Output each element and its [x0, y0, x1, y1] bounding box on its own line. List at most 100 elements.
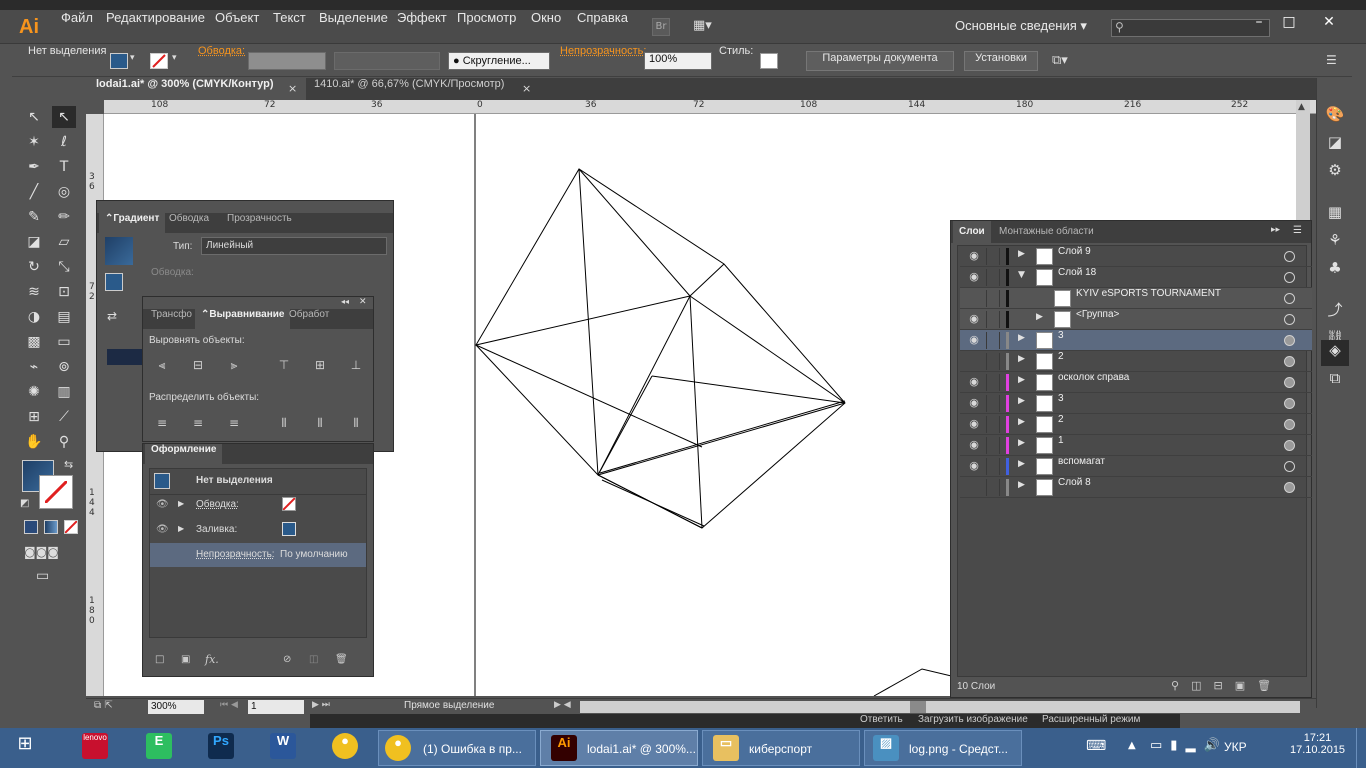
- lasso-icon[interactable]: ℓ: [52, 131, 76, 153]
- minimize-button[interactable]: –: [1245, 12, 1273, 32]
- draw-mode-icon[interactable]: ◙◙◙: [24, 545, 59, 559]
- target-circle[interactable]: [1284, 482, 1295, 493]
- lock-toggle[interactable]: [986, 311, 1000, 328]
- tab-align[interactable]: ⌃Выравнивание: [195, 309, 291, 329]
- bridge-button[interactable]: Br: [652, 18, 670, 36]
- gradient-type-dropdown[interactable]: Линейный: [201, 237, 387, 255]
- stroke-label[interactable]: Обводка:: [198, 45, 245, 57]
- add-stroke-icon[interactable]: □: [155, 654, 164, 665]
- lock-toggle[interactable]: [986, 395, 1000, 412]
- target-circle[interactable]: [1284, 335, 1295, 346]
- photoshop-icon[interactable]: Ps: [208, 733, 234, 759]
- artboard-tool-icon[interactable]: ⊞: [22, 406, 46, 428]
- tab-layers[interactable]: Слои: [953, 221, 991, 243]
- hand-tool-icon[interactable]: ✋: [22, 431, 46, 453]
- target-circle[interactable]: [1284, 398, 1295, 409]
- eraser-tool-icon[interactable]: ▱: [52, 231, 76, 253]
- show-desktop-button[interactable]: [1356, 728, 1366, 768]
- gradient-slider[interactable]: [107, 349, 147, 365]
- menu-text[interactable]: Текст: [265, 10, 314, 44]
- language-indicator[interactable]: УКР: [1224, 740, 1247, 754]
- stroke-swatch[interactable]: [150, 53, 168, 69]
- free-transform-icon[interactable]: ⊡: [52, 281, 76, 303]
- gradient-preview[interactable]: [105, 237, 133, 265]
- pencil-tool-icon[interactable]: ✏: [52, 206, 76, 228]
- chevron-down-icon[interactable]: ▾: [172, 53, 177, 63]
- layer-name[interactable]: Слой 8: [1058, 477, 1091, 488]
- eye-icon[interactable]: ◉: [966, 249, 982, 263]
- menu-select[interactable]: Выделение: [311, 10, 396, 44]
- eye-icon[interactable]: ◉: [966, 312, 982, 326]
- layer-name[interactable]: KYIV eSPORTS TOURNAMENT: [1076, 288, 1221, 299]
- layer-row[interactable]: ◉ ▶ 3: [960, 330, 1312, 351]
- brushes-icon[interactable]: ⚘: [1325, 230, 1345, 250]
- layer-row[interactable]: ◉ ▶ 2: [960, 414, 1312, 435]
- expand-arrow-icon[interactable]: ▶: [1018, 480, 1030, 494]
- layer-row[interactable]: ◉ ▶ <Группа>: [960, 309, 1312, 330]
- tab-artboards[interactable]: Монтажные области: [993, 221, 1100, 243]
- expand-arrow-icon[interactable]: ▶: [178, 524, 184, 533]
- clock[interactable]: 17:21 17.10.2015: [1290, 732, 1345, 756]
- eye-icon[interactable]: [966, 354, 982, 368]
- lock-toggle[interactable]: [986, 290, 1000, 307]
- document-setup-button[interactable]: Параметры документа: [806, 51, 954, 71]
- new-layer-icon[interactable]: ▣: [1235, 679, 1257, 692]
- close-button[interactable]: ✕: [1315, 12, 1343, 32]
- lock-toggle[interactable]: [986, 353, 1000, 370]
- pen-tool-icon[interactable]: ✒: [22, 156, 46, 178]
- screen-mode-icon[interactable]: ▭: [36, 568, 49, 584]
- color-icon[interactable]: 🎨: [1325, 104, 1345, 124]
- artboard-number-field[interactable]: 1: [248, 700, 304, 714]
- tab-gradient[interactable]: ⌃Градиент: [99, 213, 166, 233]
- tab-lodai1[interactable]: lodai1.ai* @ 300% (CMYK/Контур): [86, 78, 306, 100]
- layer-row[interactable]: ◉ ▶ осколок справа: [960, 372, 1312, 393]
- line-tool-icon[interactable]: ╱: [22, 181, 46, 203]
- evernote-icon[interactable]: E: [146, 733, 172, 759]
- target-circle[interactable]: [1284, 272, 1295, 283]
- eye-icon[interactable]: ◉: [966, 375, 982, 389]
- fill-row-swatch[interactable]: [282, 522, 296, 536]
- tab-1410[interactable]: 1410.ai* @ 66,67% (CMYK/Просмотр): [304, 78, 514, 100]
- brush-tool-icon[interactable]: ✎: [22, 206, 46, 228]
- export-icon[interactable]: ⤴: [1325, 300, 1345, 320]
- clear-appearance-icon[interactable]: ⊘: [283, 654, 291, 665]
- fill-swatch[interactable]: [110, 53, 128, 69]
- chrome-icon[interactable]: ●: [332, 733, 358, 759]
- status-menu-icon[interactable]: ▶ ◀: [554, 700, 571, 710]
- distribute-bottom-icon[interactable]: ≡: [225, 415, 243, 431]
- lock-toggle[interactable]: [986, 374, 1000, 391]
- fill-swatch[interactable]: [105, 273, 123, 291]
- mesh-tool-icon[interactable]: ▩: [22, 331, 46, 353]
- align-vcenter-icon[interactable]: ⊞: [311, 357, 329, 373]
- network-icon[interactable]: ▂: [1185, 738, 1203, 753]
- target-circle[interactable]: [1284, 314, 1295, 325]
- graph-tool-icon[interactable]: ▥: [52, 381, 76, 403]
- lock-toggle[interactable]: [986, 332, 1000, 349]
- type-tool-icon[interactable]: T: [52, 156, 76, 178]
- target-circle[interactable]: [1284, 461, 1295, 472]
- target-circle[interactable]: [1284, 377, 1295, 388]
- blob-brush-icon[interactable]: ◪: [22, 231, 46, 253]
- tray-expand-icon[interactable]: ▲: [1128, 740, 1136, 751]
- direct-selection-tool-icon[interactable]: ↖: [52, 106, 76, 128]
- layer-name[interactable]: <Группа>: [1076, 309, 1119, 320]
- clipping-mask-icon[interactable]: ◫: [1191, 679, 1213, 692]
- lock-toggle[interactable]: [986, 479, 1000, 496]
- expand-arrow-icon[interactable]: ▶: [1018, 375, 1030, 389]
- lock-toggle[interactable]: [986, 416, 1000, 433]
- swap-colors-icon[interactable]: ⇆: [64, 458, 73, 471]
- workspace-switcher[interactable]: Основные сведения ▾: [955, 18, 1087, 38]
- layer-name[interactable]: осколок справа: [1058, 372, 1129, 383]
- fill-row-label[interactable]: Заливка:: [196, 524, 237, 535]
- shape-builder-icon[interactable]: ◑: [22, 306, 46, 328]
- tab-transform[interactable]: Трансфо: [145, 309, 198, 329]
- maximize-button[interactable]: □: [1275, 12, 1303, 32]
- stroke-color-box[interactable]: [39, 475, 73, 509]
- layer-name[interactable]: 2: [1058, 414, 1064, 425]
- expand-arrow-icon[interactable]: ▶: [1018, 417, 1030, 431]
- collapse-arrow-icon[interactable]: ▼: [1018, 270, 1030, 284]
- gradient-tool-icon[interactable]: ▭: [52, 331, 76, 353]
- fx-icon[interactable]: fx.: [205, 653, 219, 666]
- menu-object[interactable]: Объект: [207, 10, 267, 44]
- layer-row[interactable]: ▶ 2: [960, 351, 1312, 372]
